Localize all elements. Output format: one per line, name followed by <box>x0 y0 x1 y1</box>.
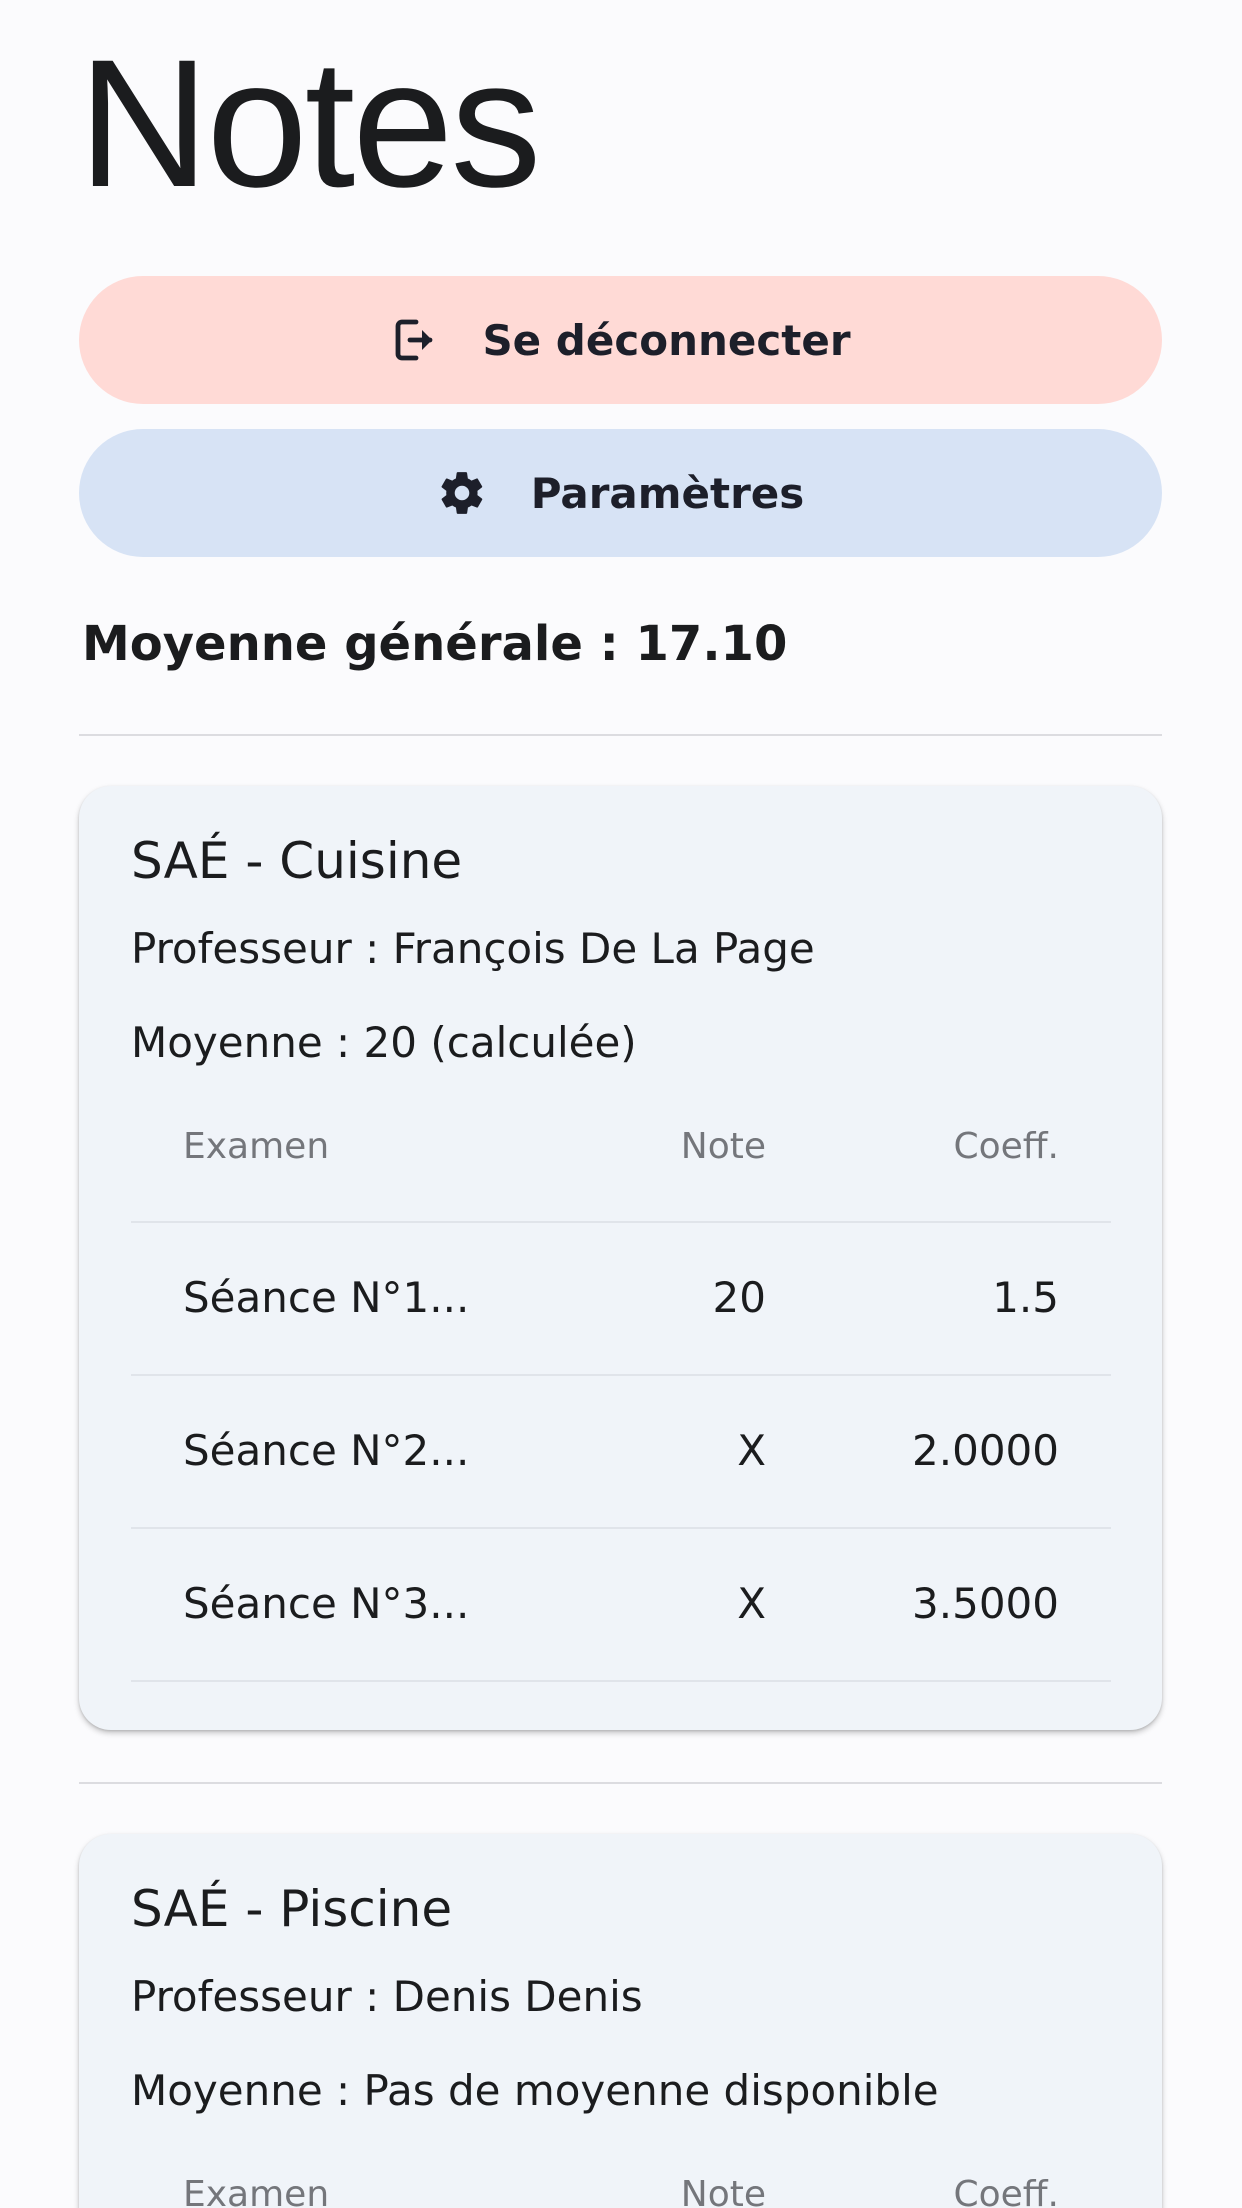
settings-button[interactable]: Paramètres <box>79 429 1162 557</box>
column-header-note: Note <box>680 2174 766 2208</box>
column-header-coef: Coeff. <box>953 1126 1059 1167</box>
logout-button[interactable]: Se déconnecter <box>79 276 1162 404</box>
row-exam: Séance N°3... <box>183 1579 470 1628</box>
logout-icon <box>390 316 438 364</box>
notes-page: Notes Se déconnecter Paramètres Moyenne … <box>0 0 1242 2208</box>
table-row[interactable]: Séance N°3... X 3.5000 <box>131 1529 1111 1681</box>
row-coef: 2.0000 <box>912 1426 1059 1475</box>
gear-icon <box>437 468 487 518</box>
row-exam: Séance N°2... <box>183 1426 470 1475</box>
settings-label: Paramètres <box>530 468 805 518</box>
divider <box>79 734 1162 736</box>
row-coef: 3.5000 <box>912 1579 1059 1628</box>
row-exam: Séance N°1... <box>183 1273 470 1322</box>
column-header-note: Note <box>680 1126 766 1167</box>
course-average: Moyenne : 20 (calculée) <box>131 1018 637 1067</box>
row-divider <box>131 1680 1111 1682</box>
logout-label: Se déconnecter <box>482 315 851 365</box>
row-note: X <box>737 1426 766 1475</box>
course-teacher: Professeur : Denis Denis <box>131 1972 643 2021</box>
row-note: X <box>737 1579 766 1628</box>
course-average: Moyenne : Pas de moyenne disponible <box>131 2066 939 2115</box>
course-card: SAÉ - Piscine Professeur : Denis Denis M… <box>79 1834 1162 2208</box>
divider <box>79 1782 1162 1784</box>
column-header-exam: Examen <box>183 2174 330 2208</box>
course-teacher: Professeur : François De La Page <box>131 924 815 973</box>
page-title: Notes <box>78 21 541 225</box>
column-header-exam: Examen <box>183 1126 330 1167</box>
table-row[interactable]: Séance N°2... X 2.0000 <box>131 1376 1111 1528</box>
table-row[interactable]: Séance N°1... 20 1.5 <box>131 1223 1111 1375</box>
course-card: SAÉ - Cuisine Professeur : François De L… <box>79 786 1162 1730</box>
course-title: SAÉ - Cuisine <box>131 832 463 890</box>
column-header-coef: Coeff. <box>953 2174 1059 2208</box>
table-header: Examen Note Coeff. <box>131 2174 1111 2208</box>
table-header: Examen Note Coeff. <box>131 1126 1111 1186</box>
row-note: 20 <box>712 1273 766 1322</box>
row-coef: 1.5 <box>992 1273 1059 1322</box>
course-title: SAÉ - Piscine <box>131 1880 453 1938</box>
overall-average: Moyenne générale : 17.10 <box>82 616 788 672</box>
